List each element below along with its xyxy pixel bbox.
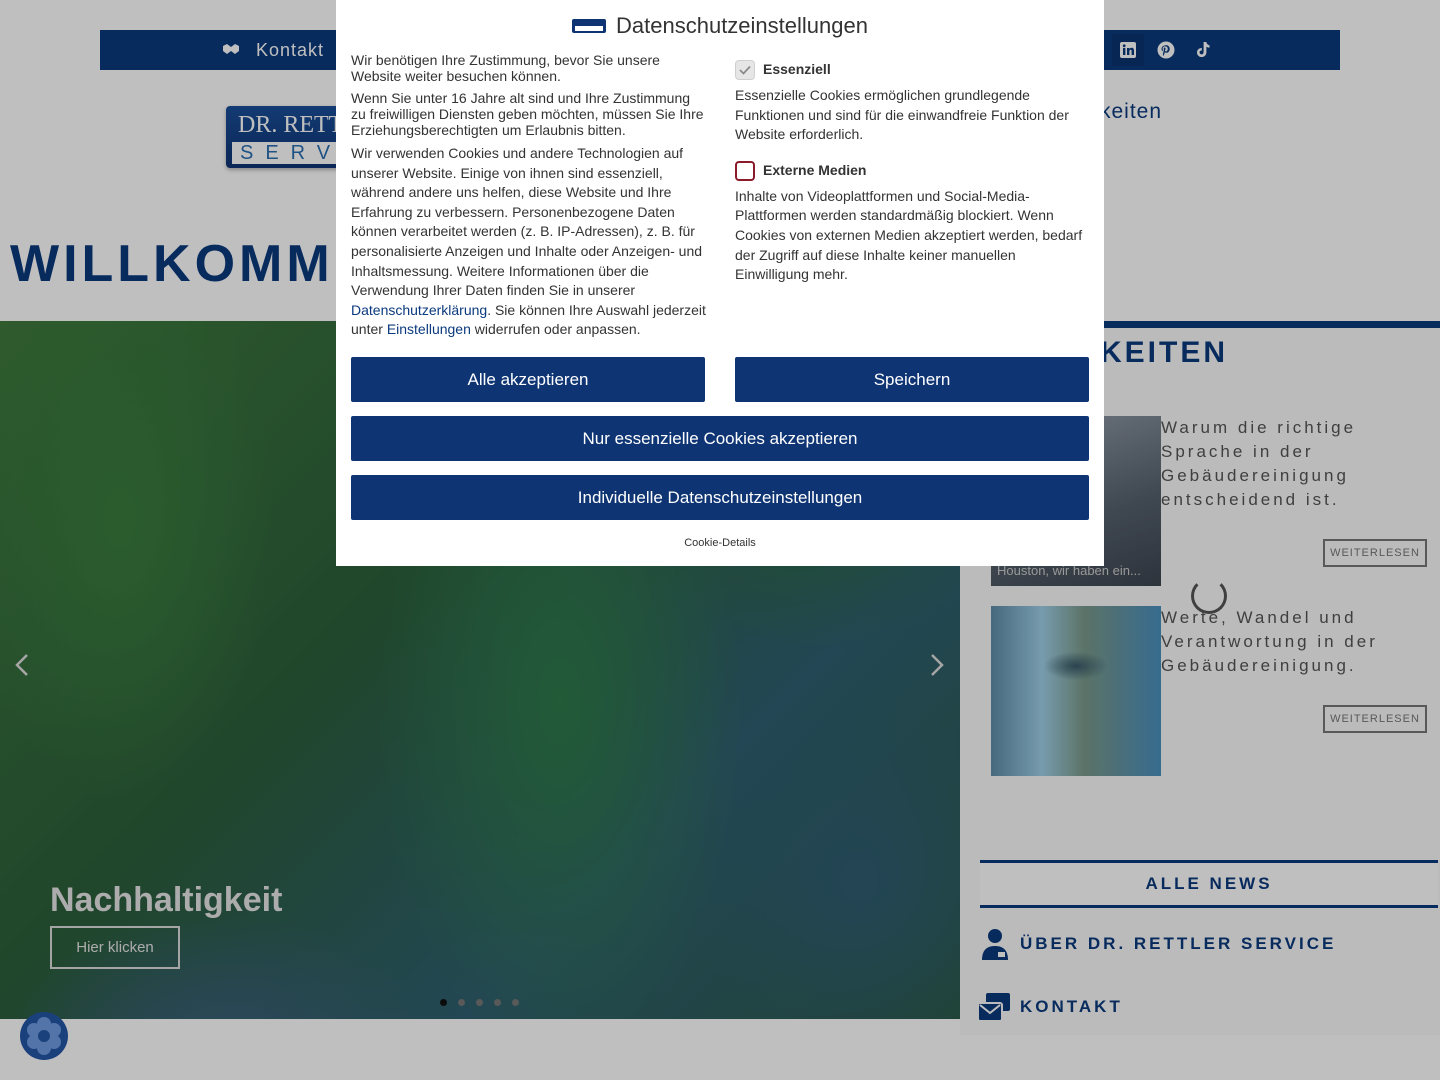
- accept-all-button[interactable]: Alle akzeptieren: [351, 357, 705, 402]
- individual-settings-button[interactable]: Individuelle Datenschutzeinstellungen: [351, 475, 1089, 520]
- essential-label: Essenziell: [763, 61, 831, 78]
- external-media-description: Inhalte von Videoplattformen und Social-…: [735, 187, 1083, 283]
- essential-checkbox[interactable]: [735, 60, 755, 80]
- cookie-paragraph: Wir verwenden Cookies und andere Technol…: [351, 144, 706, 340]
- essential-category: Essenziell: [735, 60, 1089, 80]
- consent-paragraph: Wir benötigen Ihre Zustimmung, bevor Sie…: [351, 52, 660, 84]
- external-media-label: Externe Medien: [763, 161, 867, 178]
- essential-description: Essenzielle Cookies ermöglichen grundleg…: [735, 87, 1069, 143]
- save-button[interactable]: Speichern: [735, 357, 1089, 402]
- cookie-details-link[interactable]: Cookie-Details: [336, 537, 1104, 549]
- checkmark-icon: [739, 65, 751, 75]
- dialog-logo: [572, 19, 607, 33]
- accept-essential-only-button[interactable]: Nur essenzielle Cookies akzeptieren: [351, 416, 1089, 461]
- age-paragraph: Wenn Sie unter 16 Jahre alt sind und Ihr…: [351, 90, 704, 138]
- privacy-dialog: Datenschutzeinstellungen Wir benötigen I…: [336, 0, 1104, 566]
- external-media-category: Externe Medien: [735, 160, 1089, 181]
- dialog-header: Datenschutzeinstellungen: [336, 13, 1104, 39]
- consent-categories: Essenziell Essenzielle Cookies ermöglich…: [735, 60, 1089, 301]
- cookie-text-end: widerrufen oder anpassen.: [470, 321, 641, 338]
- cookie-text-start: Wir verwenden Cookies und andere Technol…: [351, 145, 703, 299]
- external-media-checkbox[interactable]: [735, 160, 755, 181]
- dialog-description: Wir benötigen Ihre Zustimmung, bevor Sie…: [351, 52, 706, 346]
- dialog-title: Datenschutzeinstellungen: [616, 13, 868, 38]
- privacy-policy-link[interactable]: Datenschutzerklärung: [351, 302, 487, 318]
- settings-link[interactable]: Einstellungen: [387, 321, 471, 337]
